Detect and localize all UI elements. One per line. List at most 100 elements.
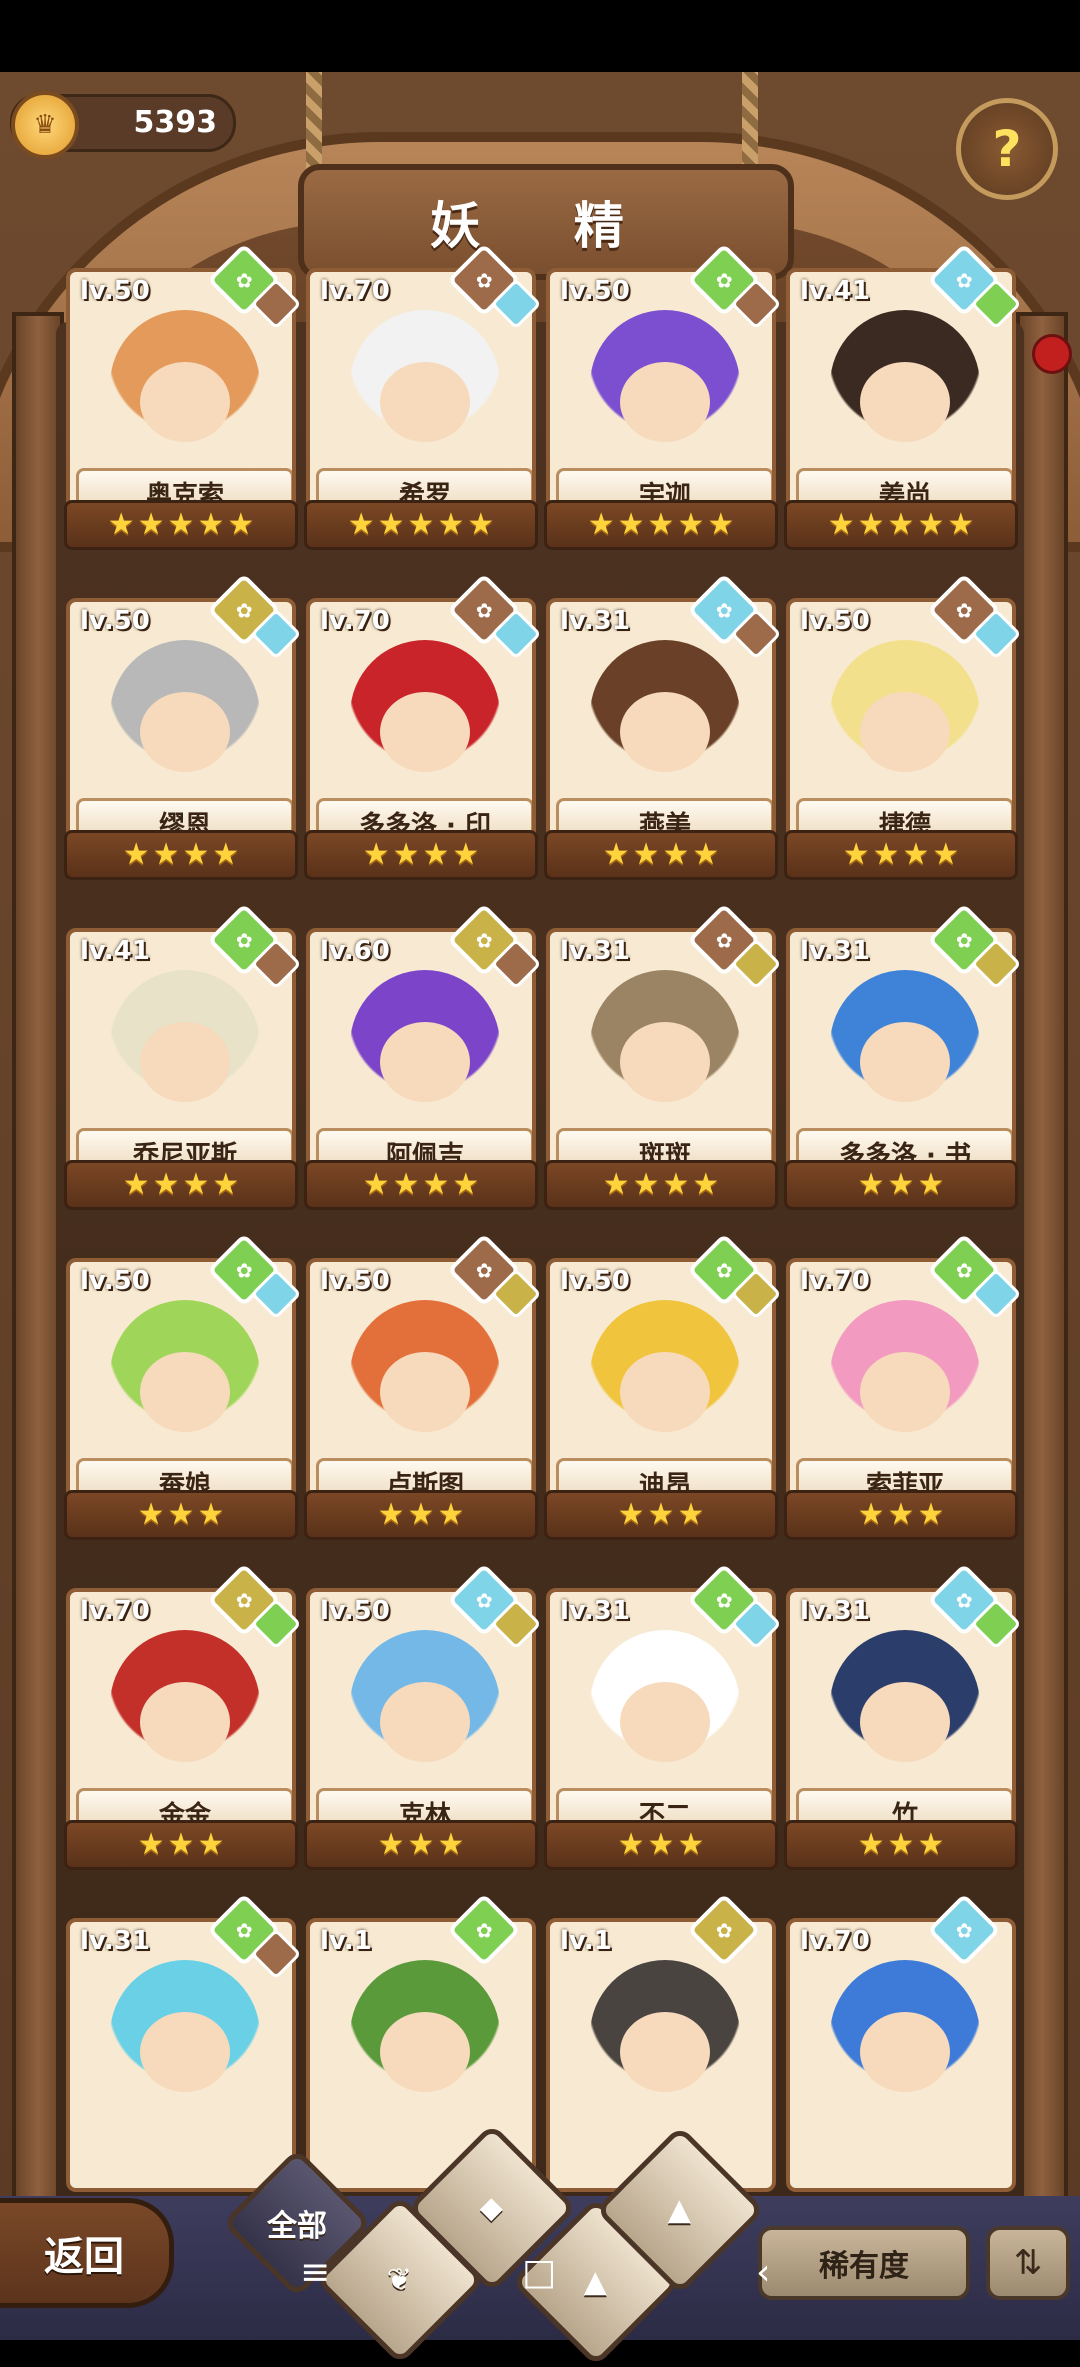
star-icon: ★ bbox=[137, 507, 165, 542]
star-icon: ★ bbox=[167, 507, 195, 542]
fairy-card[interactable]: lv.41 乔尼亚斯 ★ ★ ★ ★ ✿ bbox=[64, 903, 302, 1222]
fairy-card[interactable]: lv.70 希罗 ★ ★ ★ ★ ★ ✿ bbox=[304, 243, 542, 562]
star-rating: ★ ★ ★ ★ bbox=[544, 830, 778, 880]
coin-amount: 5393 bbox=[133, 105, 218, 140]
level-label: lv.50 bbox=[560, 1266, 630, 1296]
fairy-face bbox=[140, 692, 230, 772]
star-rating: ★ ★ ★ ★ bbox=[64, 1160, 298, 1210]
fairy-face bbox=[620, 692, 710, 772]
fairy-card[interactable]: lv.31 斑斑 ★ ★ ★ ★ ✿ bbox=[544, 903, 782, 1222]
water-drop-icon: ◆ bbox=[480, 2190, 504, 2226]
fairy-portrait bbox=[830, 1630, 980, 1780]
star-icon: ★ bbox=[692, 1167, 720, 1202]
star-rating: ★ ★ ★ bbox=[304, 1820, 538, 1870]
star-icon: ★ bbox=[437, 1827, 465, 1862]
fairy-portrait bbox=[830, 1960, 980, 2110]
star-icon: ★ bbox=[452, 1167, 480, 1202]
coin-icon: ♛ bbox=[11, 91, 79, 159]
fairy-portrait bbox=[350, 310, 500, 460]
fairy-card[interactable]: lv.70 多多洛 · 印 ★ ★ ★ ★ ✿ bbox=[304, 573, 542, 892]
star-icon: ★ bbox=[212, 1167, 240, 1202]
level-label: lv.70 bbox=[80, 1596, 150, 1626]
fairy-card[interactable]: lv.70 索菲亚 ★ ★ ★ ✿ bbox=[784, 1233, 1022, 1552]
fairy-card[interactable]: lv.31 ✿ bbox=[66, 1893, 302, 2212]
star-icon: ★ bbox=[617, 507, 645, 542]
level-label: lv.31 bbox=[800, 936, 870, 966]
fairy-face bbox=[620, 1022, 710, 1102]
level-label: lv.50 bbox=[800, 606, 870, 636]
star-icon: ★ bbox=[197, 1497, 225, 1532]
star-icon: ★ bbox=[182, 1167, 210, 1202]
fairy-face bbox=[860, 1682, 950, 1762]
star-icon: ★ bbox=[917, 1167, 945, 1202]
star-icon: ★ bbox=[122, 1167, 150, 1202]
star-icon: ★ bbox=[857, 1827, 885, 1862]
sort-order-button[interactable]: ⇅ bbox=[986, 2226, 1070, 2300]
star-icon: ★ bbox=[407, 1497, 435, 1532]
star-icon: ★ bbox=[362, 1167, 390, 1202]
star-icon: ★ bbox=[842, 837, 870, 872]
nav-home-icon[interactable]: □ bbox=[522, 2252, 556, 2293]
fairy-card[interactable]: lv.50 卢斯图 ★ ★ ★ ✿ bbox=[304, 1233, 542, 1552]
back-button[interactable]: 返回 bbox=[0, 2198, 174, 2308]
fairy-card[interactable]: lv.31 竹 ★ ★ ★ ✿ bbox=[784, 1563, 1022, 1882]
fairy-portrait bbox=[110, 1960, 260, 2110]
nav-menu-icon[interactable]: ≡ bbox=[300, 2252, 330, 2293]
fairy-portrait bbox=[590, 310, 740, 460]
level-label: lv.70 bbox=[800, 1266, 870, 1296]
rarity-label: 稀有度 bbox=[819, 2249, 909, 2284]
fairy-card[interactable]: lv.70 ✿ bbox=[786, 1893, 1016, 2212]
star-icon: ★ bbox=[467, 507, 495, 542]
rarity-sort-button[interactable]: 稀有度 bbox=[758, 2226, 970, 2300]
level-label: lv.50 bbox=[80, 1266, 150, 1296]
star-icon: ★ bbox=[437, 1497, 465, 1532]
fairy-face bbox=[140, 1682, 230, 1762]
fairy-card[interactable]: lv.50 蚕娘 ★ ★ ★ ✿ bbox=[64, 1233, 302, 1552]
fairy-card[interactable]: lv.50 宇迦 ★ ★ ★ ★ ★ ✿ bbox=[544, 243, 782, 562]
star-icon: ★ bbox=[917, 507, 945, 542]
level-label: lv.31 bbox=[80, 1926, 150, 1956]
level-label: lv.31 bbox=[560, 936, 630, 966]
fairy-card[interactable]: lv.41 姜尚 ★ ★ ★ ★ ★ ✿ bbox=[784, 243, 1022, 562]
star-rating: ★ ★ ★ ★ bbox=[304, 1160, 538, 1210]
fairy-card[interactable]: lv.60 阿佩吉 ★ ★ ★ ★ ✿ bbox=[304, 903, 542, 1222]
star-rating: ★ ★ ★ bbox=[304, 1490, 538, 1540]
fairy-card[interactable]: lv.70 金金 ★ ★ ★ ✿ bbox=[64, 1563, 302, 1882]
star-icon: ★ bbox=[917, 1827, 945, 1862]
level-label: lv.60 bbox=[320, 936, 390, 966]
star-icon: ★ bbox=[407, 1827, 435, 1862]
fairy-card[interactable]: lv.50 迪昂 ★ ★ ★ ✿ bbox=[544, 1233, 782, 1552]
fairy-portrait bbox=[350, 970, 500, 1120]
star-icon: ★ bbox=[227, 507, 255, 542]
fairy-face bbox=[620, 1352, 710, 1432]
star-icon: ★ bbox=[392, 1167, 420, 1202]
sprout-icon: ❦ bbox=[387, 2262, 413, 2298]
fairy-card[interactable]: lv.50 缪恩 ★ ★ ★ ★ ✿ bbox=[64, 573, 302, 892]
star-icon: ★ bbox=[182, 837, 210, 872]
fairy-card[interactable]: lv.50 奥克索 ★ ★ ★ ★ ★ ✿ bbox=[64, 243, 302, 562]
star-icon: ★ bbox=[602, 837, 630, 872]
fairy-card[interactable]: lv.31 不二 ★ ★ ★ ✿ bbox=[544, 1563, 782, 1882]
star-icon: ★ bbox=[122, 837, 150, 872]
star-icon: ★ bbox=[647, 1827, 675, 1862]
star-icon: ★ bbox=[947, 507, 975, 542]
fairy-face bbox=[620, 362, 710, 442]
fairy-card[interactable]: lv.50 捷德 ★ ★ ★ ★ ✿ bbox=[784, 573, 1022, 892]
level-label: lv.70 bbox=[800, 1926, 870, 1956]
nav-back-icon[interactable]: ‹ bbox=[756, 2252, 770, 2293]
fairy-card[interactable]: lv.31 多多洛 · 书 ★ ★ ★ ✿ bbox=[784, 903, 1022, 1222]
star-icon: ★ bbox=[437, 507, 465, 542]
fairy-face bbox=[380, 692, 470, 772]
fairy-card[interactable]: lv.31 燕美 ★ ★ ★ ★ ✿ bbox=[544, 573, 782, 892]
star-icon: ★ bbox=[377, 1497, 405, 1532]
fairy-face bbox=[620, 1682, 710, 1762]
star-icon: ★ bbox=[902, 837, 930, 872]
question-sprout-icon: ? bbox=[992, 120, 1022, 178]
fairy-portrait bbox=[110, 970, 260, 1120]
fairy-face bbox=[860, 2012, 950, 2092]
help-button[interactable]: ? bbox=[956, 98, 1058, 200]
fairy-card[interactable]: lv.50 克林 ★ ★ ★ ✿ bbox=[304, 1563, 542, 1882]
star-icon: ★ bbox=[677, 1497, 705, 1532]
ladybug-icon[interactable] bbox=[1032, 334, 1072, 374]
star-icon: ★ bbox=[152, 837, 180, 872]
